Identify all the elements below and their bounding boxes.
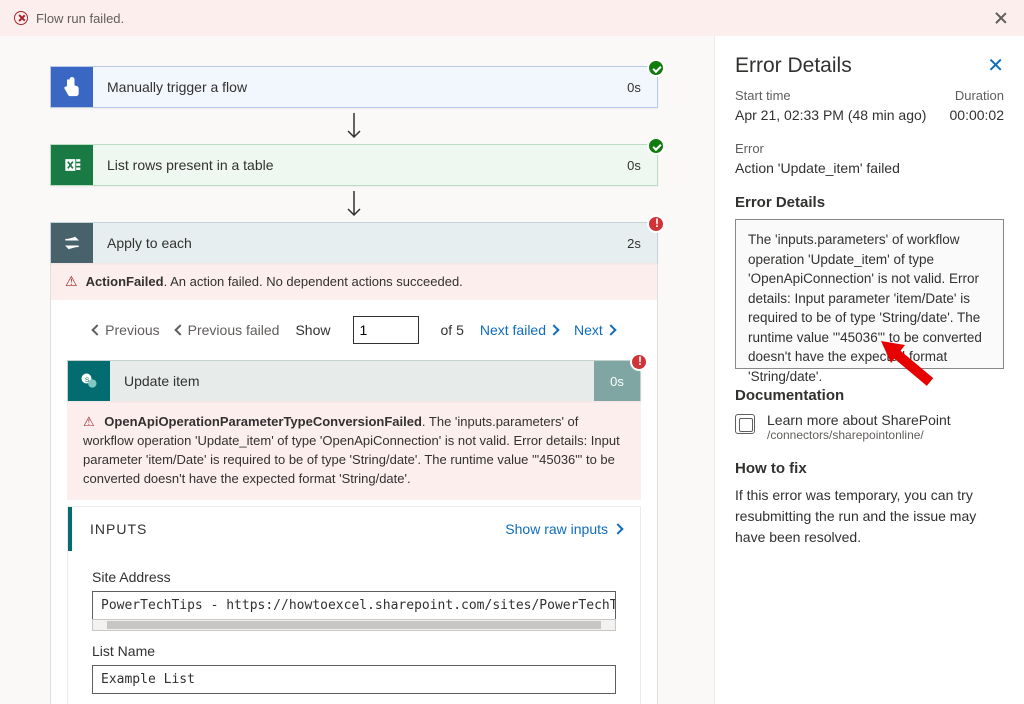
success-badge-icon <box>647 59 665 77</box>
error-label: Error <box>735 141 1004 156</box>
action-failed-text: . An action failed. No dependent actions… <box>164 274 463 289</box>
sharepoint-icon: S <box>68 361 110 401</box>
error-details-heading: Error Details <box>735 194 1004 211</box>
list-name-value[interactable]: Example List <box>92 665 616 694</box>
documentation-heading: Documentation <box>735 387 1004 404</box>
document-icon <box>735 414 755 434</box>
banner-text: Flow run failed. <box>36 11 124 26</box>
flow-arrow <box>50 108 658 144</box>
sp-error-banner: ⚠ OpenApiOperationParameterTypeConversio… <box>67 401 641 500</box>
warning-icon: ⚠ <box>83 414 95 429</box>
doc-title: Learn more about SharePoint <box>767 412 951 428</box>
duration-label: Duration <box>955 88 1004 103</box>
documentation-link[interactable]: Learn more about SharePoint /connectors/… <box>735 412 1004 442</box>
trigger-card[interactable]: Manually trigger a flow 0s <box>50 66 658 108</box>
pager: Previous Previous failed Show of 5 Next … <box>51 300 657 360</box>
of-label: of 5 <box>441 322 464 338</box>
update-item-label: Update item <box>110 361 594 401</box>
error-circle-icon <box>14 11 28 25</box>
error-details-panel: ✕ Error Details Start time Duration Apr … <box>714 36 1024 704</box>
site-address-label: Site Address <box>92 569 616 585</box>
site-address-value[interactable]: PowerTechTips - https://howtoexcel.share… <box>92 591 616 620</box>
loop-icon <box>51 223 93 263</box>
success-badge-icon <box>647 137 665 155</box>
flow-arrow <box>50 186 658 222</box>
next-failed-button[interactable]: Next failed <box>480 322 558 338</box>
prev-failed-button[interactable]: Previous failed <box>176 322 280 338</box>
sp-error-title: OpenApiOperationParameterTypeConversionF… <box>104 414 422 429</box>
close-icon[interactable] <box>992 9 1010 27</box>
duration-value: 00:00:02 <box>950 107 1005 123</box>
apply-body: ⚠ ActionFailed. An action failed. No dep… <box>50 263 658 704</box>
warning-icon: ⚠ <box>65 273 78 290</box>
start-time-label: Start time <box>735 88 791 103</box>
how-to-fix-heading: How to fix <box>735 460 1004 477</box>
error-banner: Flow run failed. <box>0 0 1024 36</box>
panel-title: Error Details <box>735 54 1004 78</box>
doc-path: /connectors/sharepointonline/ <box>767 428 951 442</box>
apply-label: Apply to each <box>93 223 611 263</box>
excel-icon <box>51 145 93 185</box>
inputs-heading: INPUTS <box>90 521 147 537</box>
touch-icon <box>51 67 93 107</box>
error-badge-icon <box>630 353 648 371</box>
inputs-panel: INPUTS Show raw inputs Site Address Powe… <box>67 506 641 704</box>
error-value: Action 'Update_item' failed <box>735 160 1004 176</box>
close-icon[interactable]: ✕ <box>987 56 1004 76</box>
action-failed-title: ActionFailed <box>86 274 164 289</box>
trigger-label: Manually trigger a flow <box>93 67 611 107</box>
page-input[interactable] <box>353 316 419 344</box>
how-to-fix-text: If this error was temporary, you can try… <box>735 485 1004 548</box>
horizontal-scrollbar[interactable] <box>92 619 616 631</box>
error-badge-icon <box>647 215 665 233</box>
error-details-text[interactable]: The 'inputs.parameters' of workflow oper… <box>735 219 1004 369</box>
show-label: Show <box>295 322 330 338</box>
svg-text:S: S <box>85 377 90 384</box>
prev-button[interactable]: Previous <box>93 322 159 338</box>
apply-to-each-card[interactable]: Apply to each 2s <box>50 222 658 263</box>
update-item-card[interactable]: S Update item 0s <box>67 360 641 401</box>
list-name-label: List Name <box>92 643 616 659</box>
action-failed-banner: ⚠ ActionFailed. An action failed. No dep… <box>51 263 657 300</box>
excel-label: List rows present in a table <box>93 145 611 185</box>
next-button[interactable]: Next <box>574 322 615 338</box>
excel-card[interactable]: List rows present in a table 0s <box>50 144 658 186</box>
start-time-value: Apr 21, 02:33 PM (48 min ago) <box>735 107 926 123</box>
flow-canvas: Manually trigger a flow 0s List rows pre… <box>0 36 714 704</box>
show-raw-inputs-link[interactable]: Show raw inputs <box>505 521 622 537</box>
